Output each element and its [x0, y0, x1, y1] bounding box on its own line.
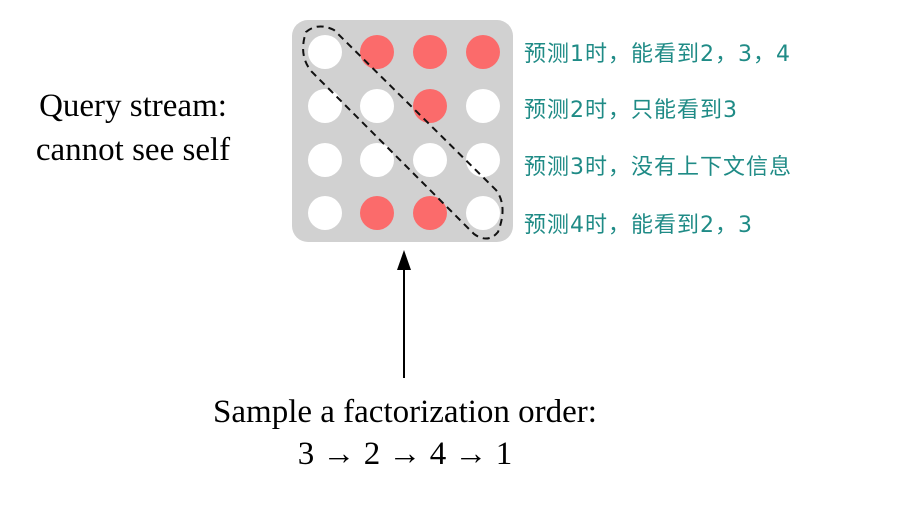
diagonal-dashed-outline — [302, 25, 504, 240]
annotation-row-2: 预测2时，只能看到3 — [524, 98, 738, 123]
annotation-row-3: 预测3时，没有上下文信息 — [524, 155, 792, 180]
factorization-order-label: Sample a factorization order: — [213, 394, 597, 430]
annotation-row-1: 预测1时，能看到2，3，4 — [524, 42, 791, 67]
factorization-order-sequence: 3 → 2 → 4 → 1 — [297, 436, 513, 472]
arrow-head — [397, 250, 411, 270]
annotation-row-4: 预测4时，能看到2，3 — [524, 213, 753, 238]
